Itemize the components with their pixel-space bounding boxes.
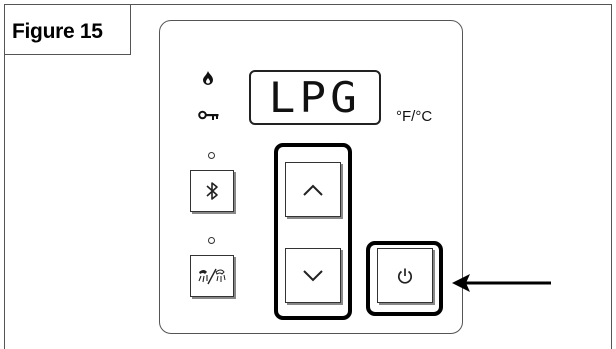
bluetooth-button[interactable] [190,170,234,212]
mode-button[interactable] [190,255,234,297]
bluetooth-icon [206,182,218,200]
power-button[interactable] [377,248,433,303]
display-readout: LPG [268,73,362,122]
unit-label: °F/°C [396,108,433,125]
bluetooth-indicator-dot [208,152,215,159]
flame-icon [203,71,213,85]
chevron-down-icon [303,269,323,281]
power-icon [397,268,413,284]
mode-indicator-dot [208,237,215,244]
up-button[interactable] [285,162,341,217]
down-button[interactable] [285,248,341,303]
figure-title: Figure 15 [12,20,103,43]
key-icon [198,110,219,120]
chevron-up-icon [303,184,323,196]
shower-mode-icon [198,268,226,285]
lcd-display: LPG [249,70,381,125]
pointer-arrow-icon [452,274,551,292]
